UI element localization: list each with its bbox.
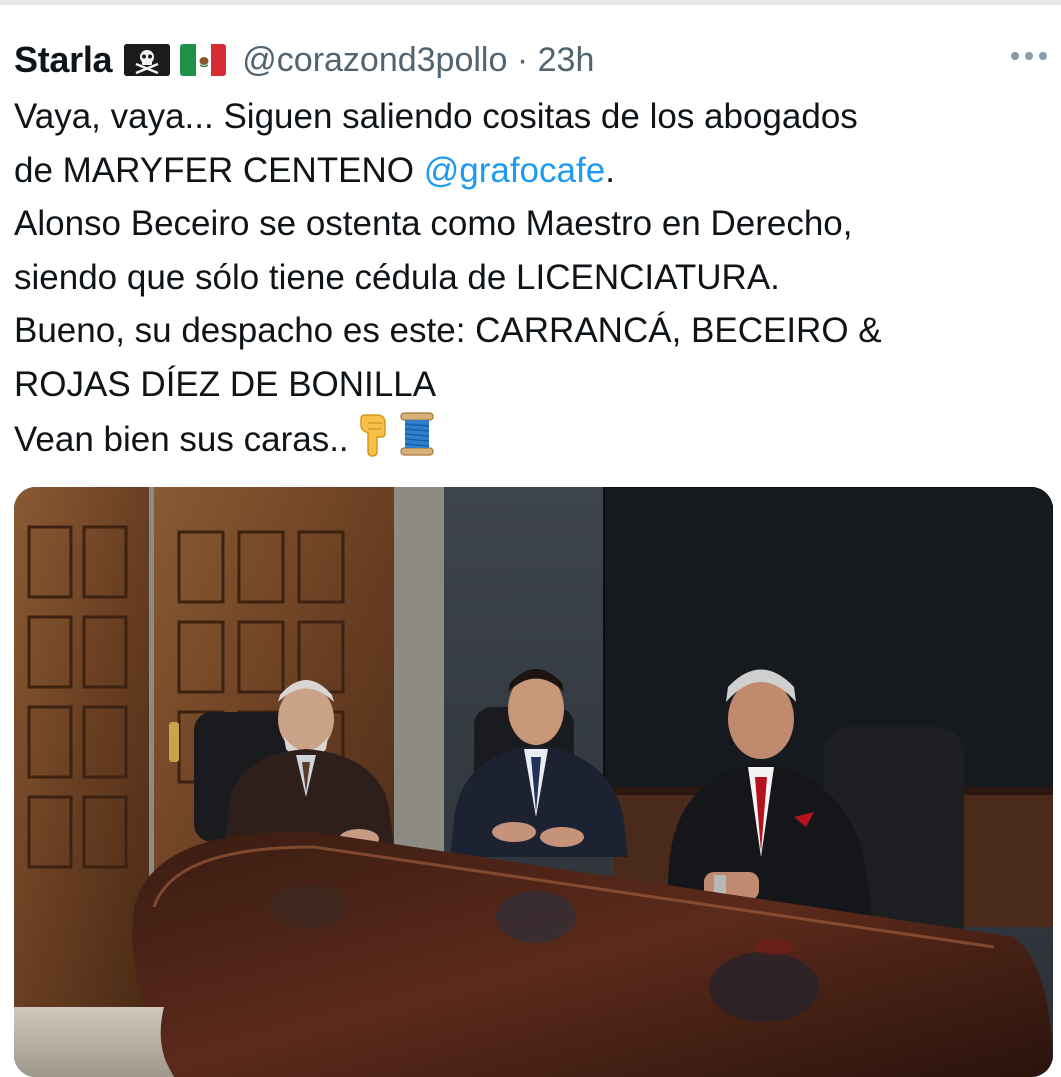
tweet-line-3: Alonso Beceiro se ostenta como Maestro e… [14, 204, 853, 243]
tweet-line-6: ROJAS DÍEZ DE BONILLA [14, 364, 437, 404]
tweet-line-7-text: Vean bien sus caras.. [14, 420, 349, 459]
tweet-line-1: Vaya, vaya... Siguen saliendo cositas de… [14, 97, 858, 136]
pirate-flag-icon [124, 44, 171, 76]
tweet-text: Vaya, vaya... Siguen saliendo cositas de… [14, 90, 1054, 465]
handle-and-time[interactable]: @corazond3pollo · 23h [242, 41, 594, 80]
mention-link[interactable]: @grafocafe [424, 151, 605, 190]
tweet-line-2-suffix: . [605, 150, 615, 190]
display-name[interactable]: Starla [14, 39, 113, 81]
tweet-header: Starla @corazond3pollo · 23h [14, 36, 594, 84]
tweet-photo[interactable] [14, 487, 1053, 1077]
tweet-line-2: de MARYFER CENTENO @grafocafe. [14, 144, 1054, 198]
more-options-icon[interactable] [1011, 52, 1047, 60]
separator-dot: · [516, 40, 529, 79]
spool-of-thread-icon [397, 411, 437, 473]
tweet-line-4: siendo que sólo tiene cédula de LICENCIA… [14, 257, 780, 297]
photo-three-lawyers-at-conference-table [14, 487, 1053, 1077]
tweet-line-7: Vean bien sus caras.. [14, 411, 1054, 465]
timestamp[interactable]: 23h [538, 41, 595, 79]
handle[interactable]: @corazond3pollo [242, 41, 507, 79]
top-divider [0, 0, 1061, 5]
mexico-flag-icon [180, 44, 227, 76]
tweet-line-5: Bueno, su despacho es este: CARRANCÁ, BE… [14, 311, 882, 350]
pointing-down-hand-icon [355, 413, 391, 473]
tweet-line-2-text: de MARYFER CENTENO [14, 150, 424, 190]
